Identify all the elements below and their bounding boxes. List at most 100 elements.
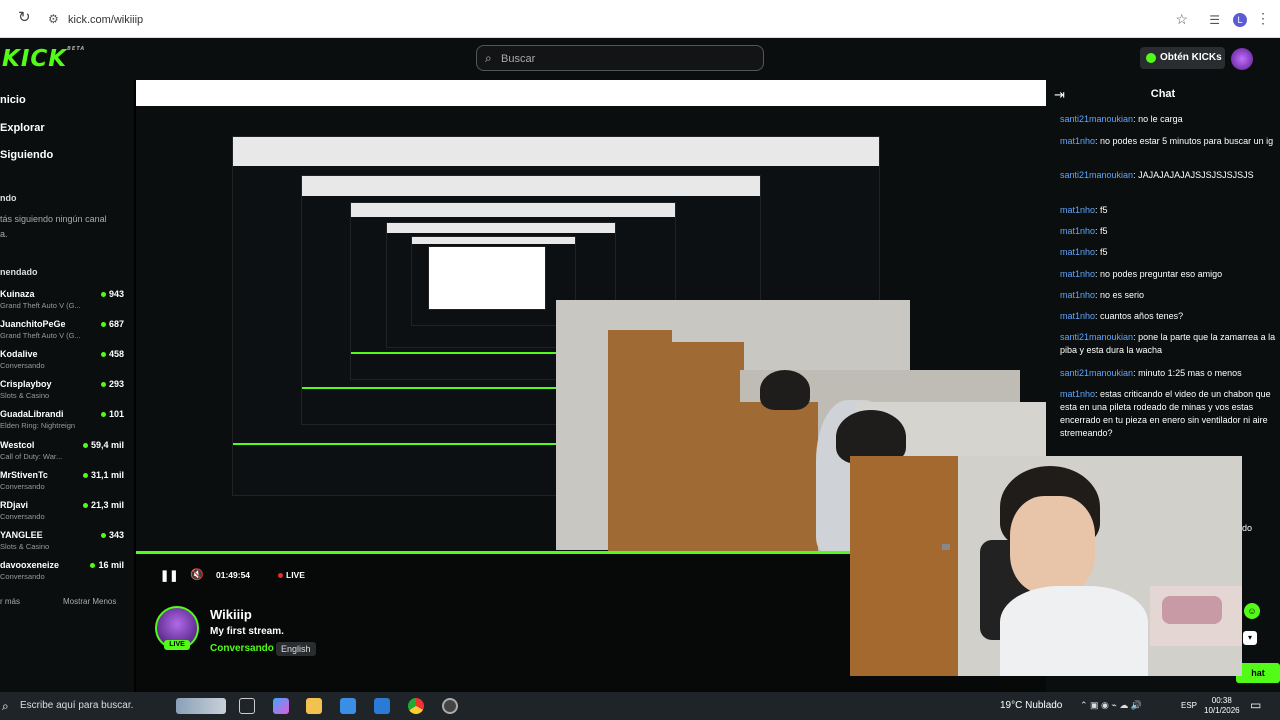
nested-screen bbox=[428, 246, 546, 310]
recommended-channel[interactable]: MrStivenTc Conversando 31,1 mil bbox=[0, 470, 126, 498]
profile-avatar[interactable]: L bbox=[1233, 13, 1247, 27]
channel-name: RDjavi bbox=[0, 500, 29, 510]
chat-username[interactable]: mat1nho bbox=[1060, 269, 1095, 279]
nested-browser-bar bbox=[351, 203, 675, 218]
language-indicator[interactable]: ESP bbox=[1181, 701, 1197, 710]
reload-icon[interactable]: ↻ bbox=[18, 10, 32, 25]
file-explorer-icon[interactable] bbox=[306, 698, 322, 714]
search-icon: ⌕ bbox=[485, 51, 492, 65]
stream-title: My first stream. bbox=[210, 626, 284, 637]
channel-name: JuanchitoPeGe bbox=[0, 319, 66, 329]
chrome-icon[interactable] bbox=[408, 698, 424, 714]
chat-message: santi21manoukian: JAJAJAJAJAJSJSJSJSJSJS bbox=[1060, 169, 1276, 182]
notification-icon[interactable]: ▭ bbox=[1250, 698, 1261, 712]
user-avatar[interactable] bbox=[1231, 48, 1253, 70]
search-input[interactable]: ⌕ Buscar bbox=[476, 45, 764, 71]
video-progress[interactable] bbox=[136, 551, 850, 554]
door bbox=[850, 456, 958, 676]
show-more-link[interactable]: r más bbox=[0, 597, 20, 606]
store-icon[interactable] bbox=[340, 698, 356, 714]
language-tag[interactable]: English bbox=[276, 642, 316, 656]
chat-title: Chat bbox=[1150, 88, 1176, 100]
chat-username[interactable]: santi21manoukian bbox=[1060, 114, 1133, 124]
stream-time: 01:49:54 bbox=[216, 570, 251, 580]
recommended-channel[interactable]: Westcol Call of Duty: War... 59,4 mil bbox=[0, 440, 126, 468]
weather-widget[interactable]: 19°C Nublado bbox=[1000, 700, 1062, 711]
recommended-channel[interactable]: davooxeneize Conversando 16 mil bbox=[0, 560, 126, 588]
extensions-icon[interactable]: ☰ bbox=[1209, 13, 1220, 27]
recommended-channel[interactable]: Kodalive Conversando 458 bbox=[0, 349, 126, 377]
clothes bbox=[1162, 596, 1222, 624]
clock[interactable]: 00:38 10/1/2026 bbox=[1204, 696, 1240, 716]
clock-date: 10/1/2026 bbox=[1204, 706, 1240, 715]
channel-name[interactable]: Wikiiip bbox=[210, 607, 252, 622]
system-tray-icons[interactable]: ⌃ ▣ ◉ ⌁ ☁ 🔊 bbox=[1080, 700, 1142, 711]
nested-browser-bar bbox=[233, 137, 879, 166]
mute-icon[interactable]: 🔇 bbox=[190, 568, 204, 581]
browser-toolbar: ↻ ⚙ kick.com/wikiiip ☆ ☰ L ⋮ bbox=[0, 0, 1280, 38]
chat-text: : minuto 1:25 mas o menos bbox=[1133, 368, 1242, 378]
task-view-icon[interactable] bbox=[239, 698, 255, 714]
show-less-link[interactable]: Mostrar Menos bbox=[63, 597, 116, 606]
following-empty-line2: a. bbox=[0, 229, 8, 239]
chat-username[interactable]: mat1nho bbox=[1060, 311, 1095, 321]
sidebar-item-inicio[interactable]: nicio bbox=[0, 94, 26, 106]
get-kicks-label: Obtén KICKs bbox=[1160, 52, 1222, 63]
chat-text: : f5 bbox=[1095, 205, 1108, 215]
chat-message: santi21manoukian: pone la parte que la z… bbox=[1060, 331, 1276, 357]
viewer-count: 687 bbox=[101, 319, 124, 329]
taskbar-search[interactable]: Escribe aquí para buscar. bbox=[20, 700, 133, 711]
bookmark-star-icon[interactable]: ☆ bbox=[1175, 11, 1188, 28]
recommended-channel[interactable]: Crisplayboy Slots & Casino 293 bbox=[0, 379, 126, 407]
pause-icon[interactable]: ❚❚ bbox=[160, 569, 178, 582]
chat-username[interactable]: santi21manoukian bbox=[1060, 332, 1133, 342]
chat-message: mat1nho: no podes estar 5 minutos para b… bbox=[1060, 135, 1276, 148]
recommended-channel[interactable]: JuanchitoPeGe Grand Theft Auto V (G... 687 bbox=[0, 319, 126, 347]
recommended-channel[interactable]: Kuinaza Grand Theft Auto V (G... 943 bbox=[0, 289, 126, 317]
logo-beta: BETA bbox=[67, 46, 86, 52]
channel-name: davooxeneize bbox=[0, 560, 60, 570]
channel-game: Conversando bbox=[0, 512, 45, 521]
scroll-down-icon[interactable]: ▾ bbox=[1243, 631, 1257, 645]
channel-game: Elden Ring: Nightreign bbox=[0, 421, 76, 430]
chat-username[interactable]: mat1nho bbox=[1060, 205, 1095, 215]
chat-username[interactable]: mat1nho bbox=[1060, 389, 1095, 399]
chat-username[interactable]: santi21manoukian bbox=[1060, 368, 1133, 378]
channel-name: Kuinaza bbox=[0, 289, 35, 299]
channel-game: Conversando bbox=[0, 482, 45, 491]
channel-name: Kodalive bbox=[0, 349, 38, 359]
viewer-count: 16 mil bbox=[90, 560, 124, 570]
nested-browser-bar bbox=[302, 176, 760, 196]
nested-browser-bar bbox=[136, 80, 1046, 106]
emoji-icon[interactable]: ☺ bbox=[1244, 603, 1260, 619]
recommended-channel[interactable]: YANGLEE Slots & Casino 343 bbox=[0, 530, 126, 558]
address-bar[interactable]: kick.com/wikiiip bbox=[68, 14, 143, 26]
following-empty-line1: tás siguiendo ningún canal bbox=[0, 214, 107, 224]
sidebar-item-siguiendo[interactable]: Siguiendo bbox=[0, 149, 53, 161]
stream-category[interactable]: Conversando bbox=[210, 643, 274, 654]
obs-icon[interactable] bbox=[442, 698, 458, 714]
viewer-count: 101 bbox=[101, 409, 124, 419]
kick-logo[interactable]: KICKBETA bbox=[2, 46, 85, 72]
menu-dots-icon[interactable]: ⋮ bbox=[1256, 10, 1270, 27]
shirt bbox=[1000, 586, 1148, 676]
chat-username[interactable]: mat1nho bbox=[1060, 226, 1095, 236]
channel-game: Slots & Casino bbox=[0, 542, 50, 551]
search-icon[interactable]: ⌕ bbox=[2, 699, 9, 714]
chat-username[interactable]: santi21manoukian bbox=[1060, 170, 1133, 180]
chat-username[interactable]: mat1nho bbox=[1060, 247, 1095, 257]
get-kicks-button[interactable]: Obtén KICKs bbox=[1140, 47, 1225, 69]
chat-send-button[interactable]: hat bbox=[1236, 663, 1280, 683]
viewer-count: 343 bbox=[101, 530, 124, 540]
sidebar-item-explorar[interactable]: Explorar bbox=[0, 122, 45, 134]
recommended-channel[interactable]: RDjavi Conversando 21,3 mil bbox=[0, 500, 126, 528]
recommended-channel[interactable]: GuadaLibrandi Elden Ring: Nightreign 101 bbox=[0, 409, 126, 437]
chat-message: mat1nho: f5 bbox=[1060, 225, 1276, 238]
mail-icon[interactable] bbox=[374, 698, 390, 714]
site-info-icon[interactable]: ⚙ bbox=[48, 12, 59, 26]
chat-message: mat1nho: f5 bbox=[1060, 204, 1276, 217]
chat-username[interactable]: mat1nho bbox=[1060, 290, 1095, 300]
nested-browser-bar bbox=[387, 223, 615, 233]
copilot-icon[interactable] bbox=[273, 698, 289, 714]
chat-username[interactable]: mat1nho bbox=[1060, 136, 1095, 146]
